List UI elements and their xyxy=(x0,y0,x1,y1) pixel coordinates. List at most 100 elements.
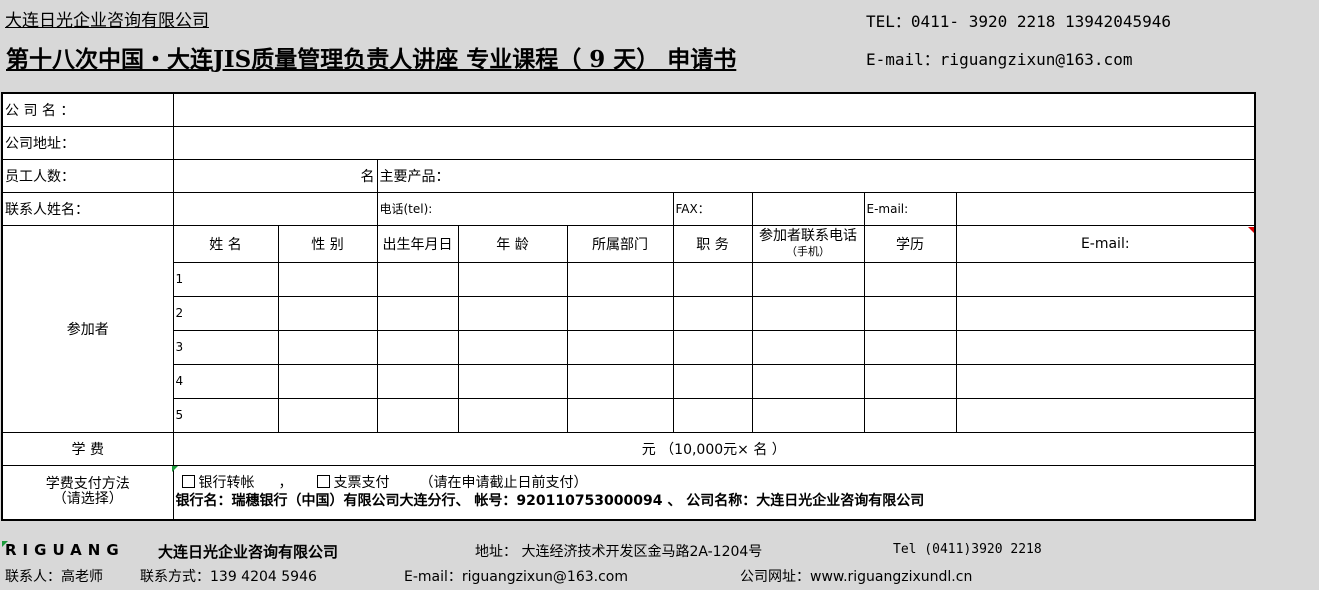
cell-gender[interactable] xyxy=(277,397,378,433)
footer-company: 大连日光企业咨询有限公司 xyxy=(158,543,339,561)
cheque-checkbox[interactable] xyxy=(316,475,330,489)
company-name-label: 公 司 名 ： xyxy=(1,92,174,127)
cell-department[interactable] xyxy=(566,363,674,399)
footer-email: E-mail：riguangzixun@163.com xyxy=(404,569,628,585)
cell-position[interactable] xyxy=(672,295,753,331)
main-products-field[interactable]: 主要产品： xyxy=(376,158,1256,193)
cell-age[interactable] xyxy=(457,295,568,331)
col-email: E-mail: xyxy=(955,224,1256,263)
payment-method-title: 学费支付方法 xyxy=(45,476,130,493)
payment-method-sub: （请选择） xyxy=(52,491,123,508)
col-birthdate: 出生年月日 xyxy=(376,224,459,263)
employees-field[interactable]: 名 xyxy=(172,158,378,193)
cell-age[interactable] xyxy=(457,397,568,433)
company-address-field[interactable] xyxy=(172,125,1256,160)
cell-email[interactable] xyxy=(955,397,1256,433)
phone-label: 电话(tel): xyxy=(379,202,433,216)
cell-birthdate[interactable] xyxy=(376,363,459,399)
error-marker-icon xyxy=(172,466,178,472)
footer-website: 公司网址：www.riguangzixundl.cn xyxy=(740,569,973,585)
employees-label: 员工人数： xyxy=(1,158,174,193)
col-participant-phone-sub: （手机） xyxy=(786,244,830,258)
row-number: 5 xyxy=(172,397,279,433)
cell-gender[interactable] xyxy=(277,363,378,399)
cell-phone[interactable] xyxy=(751,397,865,433)
cheque-label: 支票支付 xyxy=(333,475,390,492)
cell-position[interactable] xyxy=(672,363,753,399)
cell-age[interactable] xyxy=(457,261,568,297)
col-position: 职 务 xyxy=(672,224,753,263)
cell-birthdate[interactable] xyxy=(376,261,459,297)
cell-age[interactable] xyxy=(457,329,568,365)
cell-email[interactable] xyxy=(955,329,1256,365)
fax-label: FAX： xyxy=(672,191,753,226)
phone-field[interactable]: 电话(tel): xyxy=(376,191,674,226)
footer-contact: 联系人：高老师 xyxy=(5,569,103,585)
col-gender: 性 别 xyxy=(277,224,378,263)
contact-name-field[interactable] xyxy=(172,191,378,226)
footer-contact-phone: 联系方式：139 4204 5946 xyxy=(140,569,317,585)
cell-education[interactable] xyxy=(863,261,957,297)
footer-tel: Tel (0411)3920 2218 xyxy=(893,542,1042,557)
cell-education[interactable] xyxy=(863,295,957,331)
cell-education[interactable] xyxy=(863,329,957,365)
cell-gender[interactable] xyxy=(277,295,378,331)
cell-education[interactable] xyxy=(863,397,957,433)
col-education: 学历 xyxy=(863,224,957,263)
cell-email[interactable] xyxy=(955,295,1256,331)
cell-birthdate[interactable] xyxy=(376,295,459,331)
cell-phone[interactable] xyxy=(751,329,865,365)
col-department: 所属部门 xyxy=(566,224,674,263)
table-row: 3 xyxy=(2,329,1256,365)
payment-separator: ， xyxy=(278,475,293,492)
cell-department[interactable] xyxy=(566,295,674,331)
participants-label: 参加者 xyxy=(1,224,174,433)
header-tel: TEL：0411- 3920 2218 13942045946 xyxy=(866,12,1171,31)
cell-education[interactable] xyxy=(863,363,957,399)
table-row: 1 xyxy=(2,261,1256,297)
footer-address: 地址： 大连经济技术开发区金马路2A-1204号 xyxy=(475,544,763,560)
row-number: 2 xyxy=(172,295,279,331)
col-participant-phone-label: 参加者联系电话 xyxy=(759,227,857,244)
row-number: 3 xyxy=(172,329,279,365)
cell-birthdate[interactable] xyxy=(376,329,459,365)
email-label: E-mail: xyxy=(863,191,957,226)
cell-gender[interactable] xyxy=(277,261,378,297)
cell-email[interactable] xyxy=(955,261,1256,297)
cell-age[interactable] xyxy=(457,363,568,399)
page-title: 第十八次中国・大连JIS质量管理负责人讲座 专业课程（ 9 天） 申请书 xyxy=(6,46,737,73)
col-age: 年 龄 xyxy=(457,224,568,263)
fee-label: 学 费 xyxy=(1,431,174,466)
company-address-label: 公司地址： xyxy=(1,125,174,160)
bank-transfer-label: 银行转帐 xyxy=(198,475,255,492)
cell-position[interactable] xyxy=(672,261,753,297)
cell-birthdate[interactable] xyxy=(376,397,459,433)
cell-phone[interactable] xyxy=(751,363,865,399)
bank-info: 银行名：瑞穗银行（中国）有限公司大连分行、 帐号：920110753000094… xyxy=(175,493,925,510)
table-row: 4 xyxy=(2,363,1256,399)
cell-gender[interactable] xyxy=(277,329,378,365)
cell-email[interactable] xyxy=(955,363,1256,399)
cell-phone[interactable] xyxy=(751,261,865,297)
table-row: 2 xyxy=(2,295,1256,331)
company-name-field[interactable] xyxy=(172,92,1256,127)
cell-department[interactable] xyxy=(566,261,674,297)
comment-marker-icon xyxy=(1248,227,1254,233)
payment-note: （请在申请截止日前支付） xyxy=(419,475,588,492)
email-field[interactable] xyxy=(955,191,1256,226)
footer-brand: RIGUANG xyxy=(5,541,125,559)
bank-transfer-checkbox[interactable] xyxy=(181,475,195,489)
header-company-name: 大连日光企业咨询有限公司 xyxy=(5,11,209,31)
payment-method-label: 学费支付方法 （请选择） xyxy=(1,464,174,521)
cell-position[interactable] xyxy=(672,329,753,365)
cell-phone[interactable] xyxy=(751,295,865,331)
cell-department[interactable] xyxy=(566,329,674,365)
main-products-label: 主要产品： xyxy=(379,168,450,185)
col-name: 姓 名 xyxy=(172,224,279,263)
cell-department[interactable] xyxy=(566,397,674,433)
fax-field[interactable] xyxy=(751,191,865,226)
payment-options: 银行转帐 ， 支票支付 （请在申请截止日前支付） 银行名：瑞穗银行（中国）有限公司大连… xyxy=(172,464,1256,521)
cell-position[interactable] xyxy=(672,397,753,433)
employees-unit: 名 xyxy=(360,168,375,185)
col-participant-phone: 参加者联系电话（手机） xyxy=(751,224,865,263)
